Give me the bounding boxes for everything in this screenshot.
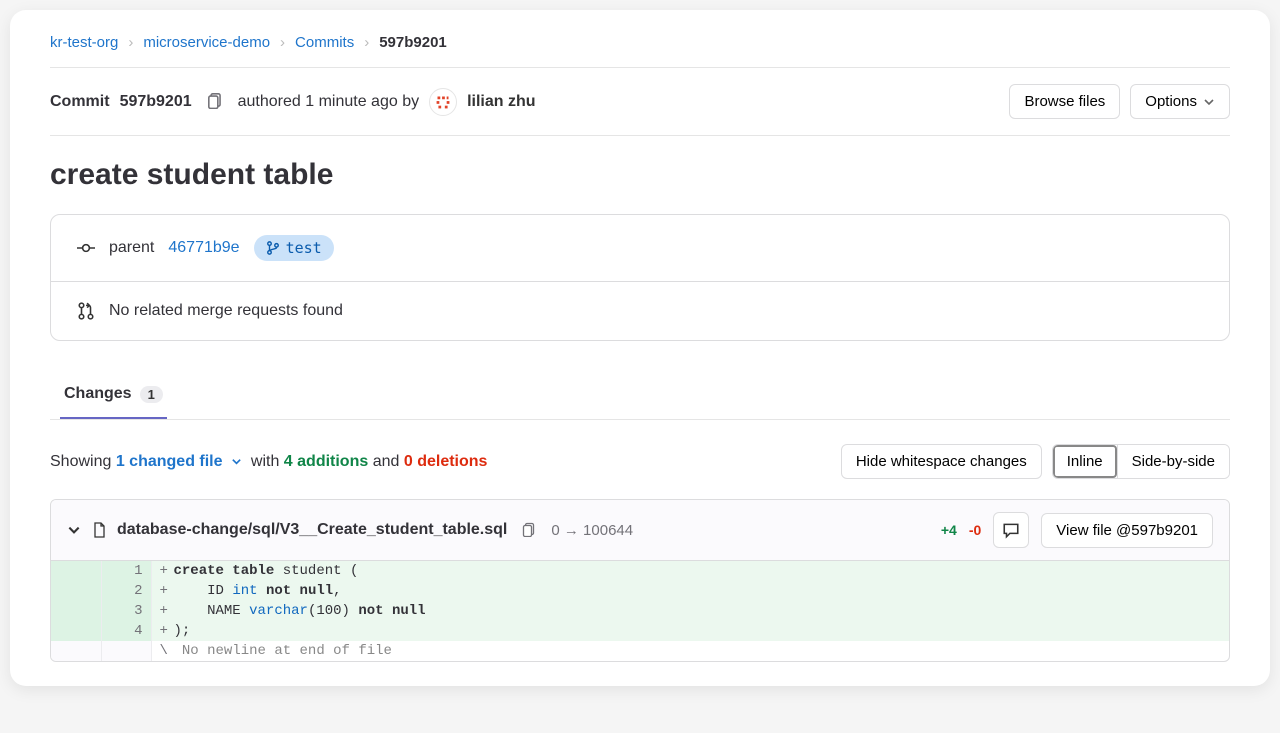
changes-summary: Showing 1 changed file with 4 additions … (50, 453, 487, 471)
file-diff-card: database-change/sql/V3__Create_student_t… (50, 499, 1230, 662)
branch-pill[interactable]: test (254, 235, 334, 261)
chevron-right-icon: › (364, 34, 369, 51)
options-button[interactable]: Options (1130, 84, 1230, 119)
diff-line[interactable]: 2 + ID int not null, (51, 581, 1229, 601)
diff-view-toggle: Inline Side-by-side (1052, 444, 1230, 479)
breadcrumb-item-repo[interactable]: microservice-demo (143, 34, 270, 51)
copy-file-path-button[interactable] (517, 517, 541, 544)
browse-files-button[interactable]: Browse files (1009, 84, 1120, 119)
parent-sha-link[interactable]: 46771b9e (168, 239, 239, 257)
parent-label: parent (109, 239, 154, 257)
hide-whitespace-button[interactable]: Hide whitespace changes (841, 444, 1042, 479)
options-label: Options (1145, 93, 1197, 110)
clipboard-icon (206, 91, 224, 109)
file-mode: 0 → 100644 (551, 522, 633, 539)
diff-table: 1 +create table student ( 2 + ID int not… (51, 561, 1229, 661)
side-by-side-view-button[interactable]: Side-by-side (1117, 445, 1229, 478)
diff-line[interactable]: 3 + NAME varchar(100) not null (51, 601, 1229, 621)
commit-icon (77, 239, 95, 257)
chevron-right-icon: › (128, 34, 133, 51)
tabs: Changes 1 (50, 373, 1230, 420)
authored-text: authored 1 minute ago by (238, 93, 419, 111)
chevron-down-icon (231, 456, 242, 467)
breadcrumb-item-org[interactable]: kr-test-org (50, 34, 118, 51)
author-link[interactable]: lilian zhu (467, 93, 535, 111)
toggle-comments-button[interactable] (993, 512, 1029, 548)
branch-icon (266, 241, 280, 255)
file-path[interactable]: database-change/sql/V3__Create_student_t… (117, 521, 507, 539)
copy-sha-button[interactable] (202, 87, 228, 116)
changed-files-dropdown[interactable]: 1 changed file (116, 453, 247, 470)
comment-icon (1002, 521, 1020, 539)
inline-view-button[interactable]: Inline (1053, 445, 1117, 478)
breadcrumb-item-commits[interactable]: Commits (295, 34, 354, 51)
changes-count-badge: 1 (140, 386, 163, 403)
diff-no-newline: \ No newline at end of file (51, 641, 1229, 661)
chevron-down-icon[interactable] (67, 523, 81, 537)
file-additions: +4 (941, 522, 957, 538)
breadcrumb-current: 597b9201 (379, 34, 447, 51)
additions-count: 4 additions (284, 453, 368, 470)
commit-short-sha: 597b9201 (120, 93, 192, 111)
commit-title: create student table (50, 158, 1230, 192)
chevron-right-icon: › (280, 34, 285, 51)
commit-info-box: parent 46771b9e test No related merge re… (50, 214, 1230, 341)
no-merge-requests-text: No related merge requests found (109, 302, 343, 320)
file-deletions: -0 (969, 522, 981, 538)
diff-line[interactable]: 1 +create table student ( (51, 561, 1229, 581)
diff-line[interactable]: 4 +); (51, 621, 1229, 641)
identicon-icon (432, 91, 454, 113)
deletions-count: 0 deletions (404, 453, 488, 470)
chevron-down-icon (1203, 96, 1215, 108)
view-file-button[interactable]: View file @597b9201 (1041, 513, 1213, 548)
commit-label: Commit (50, 93, 110, 111)
merge-request-icon (77, 302, 95, 320)
tab-changes[interactable]: Changes 1 (60, 373, 167, 419)
clipboard-icon (521, 521, 537, 537)
avatar[interactable] (429, 88, 457, 116)
file-icon (91, 522, 107, 538)
tab-changes-label: Changes (64, 385, 132, 403)
breadcrumb: kr-test-org › microservice-demo › Commit… (50, 34, 1230, 68)
branch-name: test (286, 239, 322, 257)
